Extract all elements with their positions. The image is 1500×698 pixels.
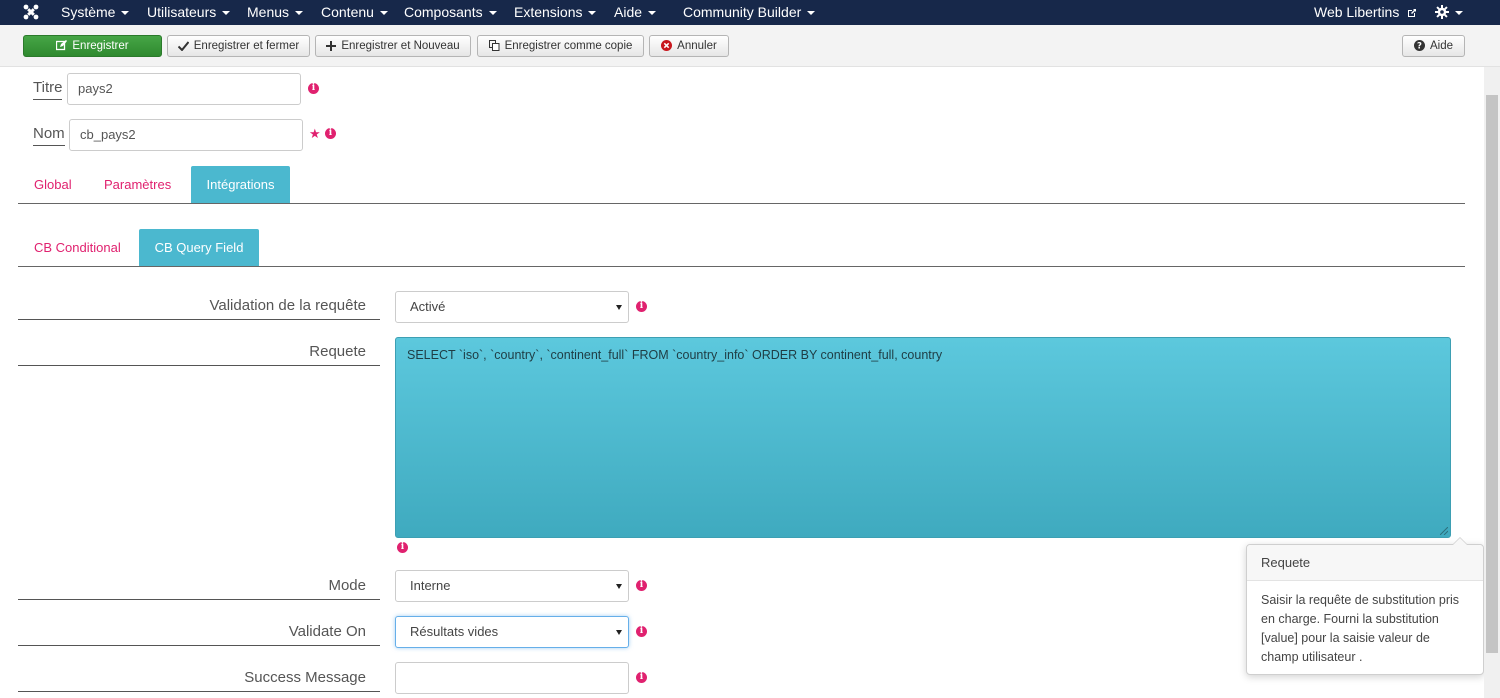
caret-down-icon: [121, 11, 130, 16]
validate-on-label: Validate On: [18, 623, 380, 646]
title-label: Titre: [33, 79, 63, 100]
caret-down-icon: [648, 11, 657, 16]
tab-parametres[interactable]: Paramètres: [104, 177, 171, 193]
copy-icon: [488, 40, 500, 51]
mode-label: Mode: [18, 577, 380, 600]
scrollbar-thumb[interactable]: [1486, 95, 1498, 653]
save-close-button[interactable]: Enregistrer et fermer: [167, 35, 310, 57]
menu-label: Aide: [614, 4, 643, 20]
mode-value: Interne: [410, 578, 451, 593]
menu-label: Extensions: [514, 4, 583, 20]
help-label: Aide: [1429, 40, 1454, 52]
save-new-label: Enregistrer et Nouveau: [341, 40, 460, 52]
menu-extensions[interactable]: Extensions: [514, 0, 597, 25]
caret-down-icon: [807, 11, 816, 16]
info-icon[interactable]: i: [636, 580, 647, 591]
info-icon[interactable]: i: [636, 301, 647, 312]
info-icon[interactable]: i: [325, 128, 336, 139]
menu-community-builder[interactable]: Community Builder: [683, 0, 816, 25]
save-new-button[interactable]: Enregistrer et Nouveau: [315, 35, 471, 57]
caret-down-icon: [488, 11, 497, 16]
validation-select[interactable]: Activé: [395, 291, 629, 323]
cancel-circle-icon: [661, 40, 673, 51]
caret-down-icon: [588, 11, 597, 16]
query-value: SELECT `iso`, `country`, `continent_full…: [407, 348, 943, 362]
help-button[interactable]: ? Aide: [1402, 35, 1465, 57]
svg-text:?: ?: [1417, 42, 1422, 52]
site-link[interactable]: Web Libertins: [1314, 0, 1417, 25]
success-message-input[interactable]: [395, 662, 629, 694]
query-textarea[interactable]: SELECT `iso`, `country`, `continent_full…: [395, 337, 1451, 538]
menu-contenu[interactable]: Contenu: [321, 0, 388, 25]
resize-grip-icon[interactable]: [1440, 527, 1448, 535]
menu-label: Contenu: [321, 4, 374, 20]
caret-down-icon: [222, 11, 231, 16]
page-scrollbar[interactable]: [1484, 67, 1500, 698]
edit-icon: [56, 40, 68, 51]
title-input[interactable]: pays2: [67, 73, 301, 105]
popover-title: Requete: [1247, 545, 1483, 581]
validate-on-value: Résultats vides: [410, 624, 499, 639]
menu-label: Utilisateurs: [147, 4, 217, 20]
validate-on-select[interactable]: Résultats vides: [395, 616, 629, 648]
menu-label: Menus: [247, 4, 290, 20]
subtab-divider: [18, 266, 1465, 267]
settings-menu[interactable]: [1435, 0, 1463, 25]
name-label: Nom: [33, 125, 65, 146]
popover-body: Saisir la requête de substitution pris e…: [1261, 593, 1460, 664]
info-icon[interactable]: i: [636, 672, 647, 683]
joomla-logo[interactable]: [22, 3, 40, 21]
external-link-icon: [1408, 9, 1417, 17]
menu-menus[interactable]: Menus: [247, 0, 304, 25]
gear-icon: [1435, 5, 1449, 19]
check-icon: [177, 41, 190, 52]
question-circle-icon: ?: [1413, 40, 1425, 52]
tab-divider: [18, 203, 1465, 204]
tab-cb-query-field[interactable]: CB Query Field: [139, 229, 259, 267]
save-copy-button[interactable]: Enregistrer comme copie: [477, 35, 644, 57]
menu-label: Community Builder: [683, 4, 802, 20]
dropdown-arrow-icon: [616, 305, 622, 310]
menu-utilisateurs[interactable]: Utilisateurs: [147, 0, 231, 25]
site-label: Web Libertins: [1314, 4, 1400, 20]
cancel-label: Annuler: [677, 40, 717, 52]
menu-label: Système: [61, 4, 116, 20]
info-icon[interactable]: i: [397, 542, 408, 553]
query-label: Requete: [18, 343, 380, 366]
save-copy-label: Enregistrer comme copie: [504, 40, 633, 52]
save-close-label: Enregistrer et fermer: [193, 40, 300, 52]
caret-down-icon: [379, 11, 388, 16]
menu-composants[interactable]: Composants: [404, 0, 497, 25]
tab-global[interactable]: Global: [34, 177, 72, 193]
save-button[interactable]: Enregistrer: [23, 35, 162, 57]
info-icon[interactable]: i: [636, 626, 647, 637]
success-message-label: Success Message: [18, 669, 380, 692]
popover-arrow-inner: [1453, 538, 1467, 545]
mode-select[interactable]: Interne: [395, 570, 629, 602]
save-label: Enregistrer: [72, 40, 129, 52]
dropdown-arrow-icon: [616, 630, 622, 635]
tab-cb-conditional[interactable]: CB Conditional: [34, 240, 121, 256]
cancel-button[interactable]: Annuler: [649, 35, 729, 57]
caret-down-icon: [295, 11, 304, 16]
name-input[interactable]: cb_pays2: [69, 119, 303, 151]
tab-integrations[interactable]: Intégrations: [191, 166, 290, 204]
top-navbar: Système Utilisateurs Menus Contenu Compo…: [0, 0, 1500, 25]
caret-down-icon: [1455, 11, 1463, 16]
validation-label: Validation de la requête: [18, 297, 380, 320]
star-icon: ★: [309, 126, 321, 141]
dropdown-arrow-icon: [616, 584, 622, 589]
menu-label: Composants: [404, 4, 483, 20]
help-popover: Requete Saisir la requête de substitutio…: [1246, 537, 1484, 675]
menu-aide[interactable]: Aide: [614, 0, 657, 25]
validation-value: Activé: [410, 299, 446, 314]
info-icon[interactable]: i: [308, 83, 319, 94]
menu-systeme[interactable]: Système: [61, 0, 130, 25]
plus-icon: [326, 41, 337, 51]
toolbar: Enregistrer Enregistrer et fermer Enregi…: [0, 25, 1500, 67]
